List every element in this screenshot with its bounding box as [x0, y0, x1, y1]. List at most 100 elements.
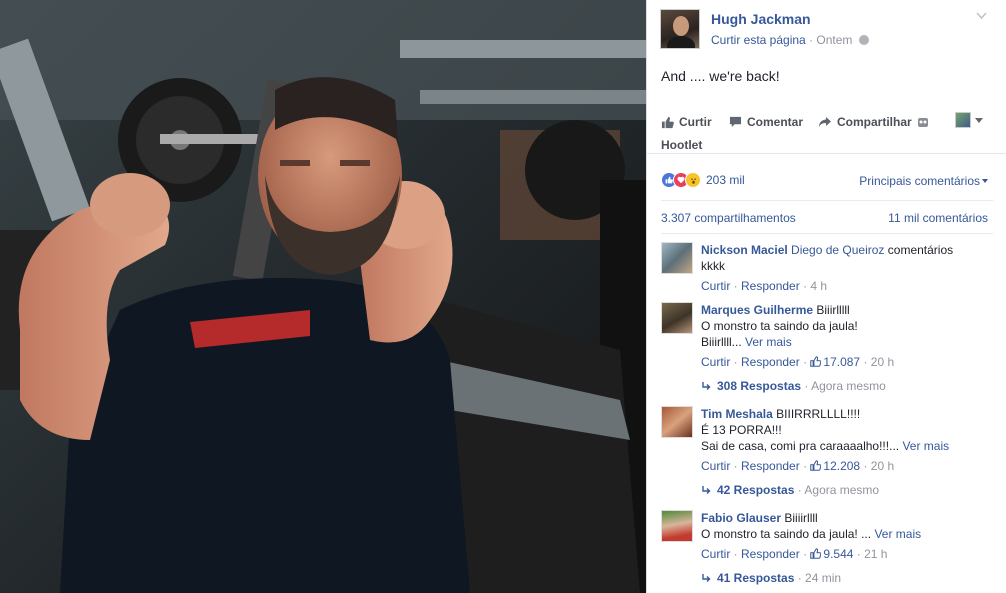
- divider: [661, 200, 993, 201]
- globe-icon: [858, 35, 869, 45]
- comment-body: Tim Meshala BIIIRRRLLLL!!!! É 13 PORRA!!…: [701, 406, 997, 498]
- commenter-avatar[interactable]: [661, 302, 693, 334]
- comment-reply-link[interactable]: Responder: [741, 459, 800, 473]
- replies-link[interactable]: 42 Respostas: [717, 483, 794, 497]
- comment-text-truncated: O monstro ta saindo da jaula! ...: [701, 527, 872, 541]
- comment-line: Tim Meshala BIIIRRRLLLL!!!!: [701, 406, 997, 422]
- comment-text-truncated: Biiirllll...: [701, 335, 742, 349]
- replies-time: 24 min: [805, 571, 842, 585]
- comment-text: Biiiirllll: [784, 511, 818, 525]
- comment-time[interactable]: 21 h: [864, 547, 887, 561]
- commenter-name[interactable]: Tim Meshala: [701, 407, 773, 421]
- divider: [661, 233, 993, 234]
- replies-row[interactable]: 308 Respostas · Agora mesmo: [701, 378, 997, 394]
- page-name-link[interactable]: Hugh Jackman: [711, 11, 811, 27]
- chevron-down-icon[interactable]: [976, 12, 987, 22]
- comment-time[interactable]: 4 h: [810, 279, 827, 293]
- comment-time[interactable]: 20 h: [871, 355, 894, 369]
- commenter-name[interactable]: Nickson Maciel: [701, 243, 788, 257]
- reply-arrow-icon: [702, 486, 711, 494]
- see-more-link[interactable]: Ver mais: [745, 335, 792, 349]
- likes-number: 17.087: [823, 355, 861, 369]
- thumbs-up-icon: [810, 548, 822, 559]
- reply-arrow-icon: [702, 382, 711, 390]
- comment-text-truncated: Sai de casa, comi pra caraaaalho!!!...: [701, 439, 900, 453]
- comment-body: Marques Guilherme Biiirlllll O monstro t…: [701, 302, 997, 394]
- gym-photo-illustration: [0, 0, 646, 593]
- thumbs-up-icon: [661, 116, 674, 128]
- commenter-avatar[interactable]: [661, 242, 693, 274]
- comment-reply-link[interactable]: Responder: [741, 355, 800, 369]
- comment-line: Nickson Maciel Diego de Queiroz comentár…: [701, 242, 997, 258]
- comment-body: Nickson Maciel Diego de Queiroz comentár…: [701, 242, 997, 294]
- replies-time: Agora mesmo: [811, 379, 886, 393]
- comment-meta: Curtir · Responder · 12.208 · 20 h: [701, 459, 895, 473]
- comment-text-line2: O monstro ta saindo da jaula!: [701, 319, 858, 333]
- replies-link[interactable]: 41 Respostas: [717, 571, 794, 585]
- like-label: Curtir: [679, 115, 712, 129]
- comment-likes-count[interactable]: 9.544: [810, 547, 853, 561]
- user-avatar: [955, 112, 971, 128]
- comment-body: Fabio Glauser Biiiirllll O monstro ta sa…: [701, 510, 997, 586]
- comment-reply-link[interactable]: Responder: [741, 279, 800, 293]
- comment-text: comentários: [887, 243, 954, 257]
- commenter-name[interactable]: Marques Guilherme: [701, 303, 813, 317]
- comment-text: BIIIRRRLLLL!!!!: [776, 407, 861, 421]
- comment-like-link[interactable]: Curtir: [701, 355, 730, 369]
- post-header: Hugh Jackman Curtir esta página · Ontem: [647, 0, 1006, 58]
- replies-row[interactable]: 42 Respostas · Agora mesmo: [701, 482, 997, 498]
- comment-likes-count[interactable]: 17.087: [810, 355, 860, 369]
- commenter-avatar[interactable]: [661, 510, 693, 542]
- reply-arrow-icon: [702, 574, 711, 582]
- sort-caret-icon: [982, 179, 988, 183]
- comment-text-line2: O monstro ta saindo da jaula! ... Ver ma…: [701, 526, 997, 542]
- post-time[interactable]: Ontem: [816, 33, 852, 47]
- page-avatar[interactable]: [660, 9, 700, 49]
- sort-label: Principais comentários: [859, 174, 980, 188]
- comment-sort-dropdown[interactable]: Principais comentários: [859, 174, 988, 188]
- reactions-summary[interactable]: 203 mil: [661, 172, 745, 188]
- comment-meta: Curtir · Responder · 9.544 · 21 h: [701, 547, 888, 561]
- comment-line: Marques Guilherme Biiirlllll: [701, 302, 997, 318]
- comment-text-line3: Biiirllll... Ver mais: [701, 334, 997, 350]
- post-text: And .... we're back!: [661, 68, 780, 84]
- commenter-avatar[interactable]: [661, 406, 693, 438]
- comment-time[interactable]: 20 h: [871, 459, 894, 473]
- comment-likes-count[interactable]: 12.208: [810, 459, 860, 473]
- replies-row[interactable]: 41 Respostas · 24 min: [701, 570, 997, 586]
- see-more-link[interactable]: Ver mais: [874, 527, 921, 541]
- comment-like-link[interactable]: Curtir: [701, 459, 730, 473]
- comments-count-link[interactable]: 11 mil comentários: [888, 211, 988, 225]
- see-more-link[interactable]: Ver mais: [902, 439, 949, 453]
- commenter-name[interactable]: Fabio Glauser: [701, 511, 781, 525]
- post-meta: Curtir esta página · Ontem: [711, 33, 869, 47]
- shares-count-link[interactable]: 3.307 compartilhamentos: [661, 211, 796, 225]
- share-as-selector[interactable]: [955, 112, 983, 128]
- post-details-panel: Hugh Jackman Curtir esta página · Ontem …: [646, 0, 1006, 593]
- comment-label: Comentar: [747, 115, 804, 129]
- share-button[interactable]: Compartilhar: [818, 115, 929, 129]
- share-arrow-icon: [819, 117, 831, 127]
- tagged-user[interactable]: Diego de Queiroz: [791, 243, 884, 257]
- likes-number: 9.544: [823, 547, 854, 561]
- post-action-bar: Curtir Comentar Compartilhar Hootlet: [647, 104, 1006, 154]
- likes-number: 12.208: [823, 459, 861, 473]
- comment-reply-link[interactable]: Responder: [741, 547, 800, 561]
- hootlet-button[interactable]: Hootlet: [661, 138, 702, 152]
- thumbs-up-icon: [810, 460, 822, 471]
- comment-icon: [729, 116, 742, 128]
- comment-button[interactable]: Comentar: [729, 115, 803, 129]
- post-photo[interactable]: [0, 0, 646, 593]
- comment-text-line2: É 13 PORRA!!!: [701, 423, 782, 437]
- comment-like-link[interactable]: Curtir: [701, 547, 730, 561]
- like-page-link[interactable]: Curtir esta página: [711, 33, 806, 47]
- caret-down-icon: [975, 117, 983, 123]
- comment-like-link[interactable]: Curtir: [701, 279, 730, 293]
- comment-meta: Curtir · Responder · 17.087 · 20 h: [701, 355, 895, 369]
- comment-line: Fabio Glauser Biiiirllll: [701, 510, 997, 526]
- replies-time: Agora mesmo: [804, 483, 880, 497]
- replies-link[interactable]: 308 Respostas: [717, 379, 801, 393]
- like-button[interactable]: Curtir: [661, 115, 712, 129]
- comment-meta: Curtir · Responder · 4 h: [701, 279, 828, 293]
- wow-reaction-icon: [685, 172, 701, 188]
